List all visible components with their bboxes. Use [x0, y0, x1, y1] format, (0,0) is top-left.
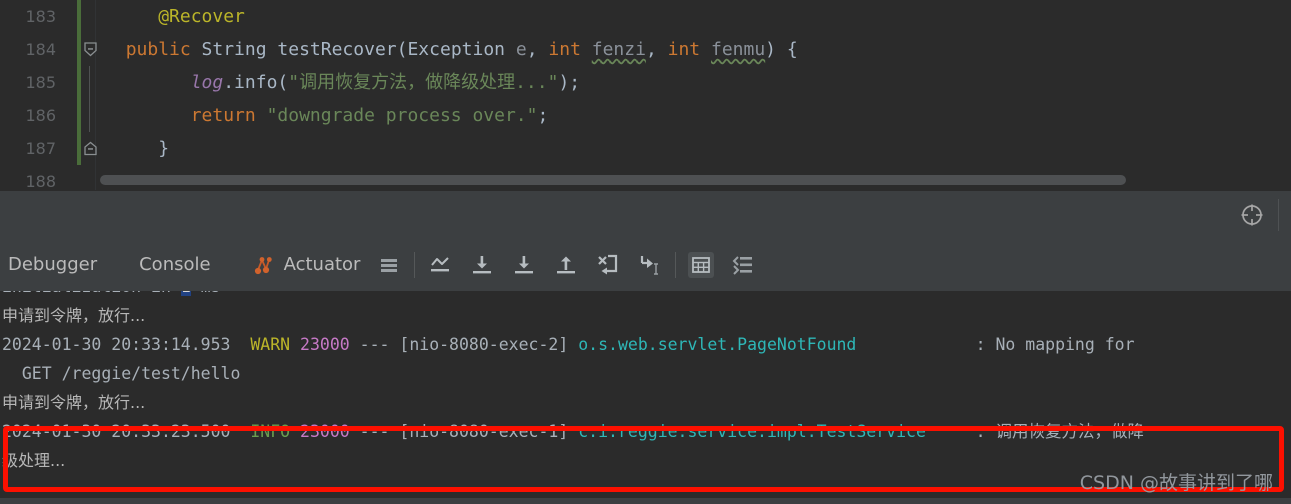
fold-region-line: [89, 99, 90, 132]
code-line[interactable]: 184 public String testRecover(Exception …: [0, 33, 1291, 66]
run-to-cursor-icon[interactable]: [637, 252, 663, 278]
vcs-change-marker[interactable]: [77, 0, 81, 33]
layout-settings-icon[interactable]: [376, 252, 402, 278]
step-over-icon[interactable]: [469, 252, 495, 278]
line-number: 183: [25, 7, 56, 26]
code-text: log.info("调用恢复方法，做降级处理...");: [190, 72, 581, 93]
status-bar-strip: [0, 498, 1291, 504]
toolbar-divider: [1278, 199, 1279, 231]
tab-console-label: Console: [139, 254, 211, 275]
code-line[interactable]: 187 }: [0, 132, 1291, 165]
actuator-graph-icon: [251, 252, 277, 278]
debug-tool-strip: [0, 190, 1291, 240]
tab-actuator-label: Actuator: [283, 254, 361, 275]
step-into-icon[interactable]: [511, 252, 537, 278]
console-line[interactable]: GET /reggie/test/hello: [0, 359, 1291, 388]
tab-debugger-label: Debugger: [8, 254, 98, 275]
fold-region-line: [89, 66, 90, 99]
line-number: 188: [25, 172, 56, 190]
settings-filter-icon[interactable]: [730, 252, 756, 278]
tab-actuator[interactable]: Actuator: [251, 252, 361, 278]
scrollbar-thumb[interactable]: [100, 175, 1126, 185]
vcs-change-marker[interactable]: [77, 33, 81, 66]
code-text: return "downgrade process over.";: [190, 105, 549, 126]
csdn-watermark: CSDN @故事讲到了哪: [1079, 472, 1273, 494]
line-number: 187: [25, 139, 56, 158]
fold-expand-icon[interactable]: [83, 141, 98, 156]
vcs-change-marker[interactable]: [77, 66, 81, 99]
toolbar-divider-1: [414, 251, 416, 278]
tab-debugger[interactable]: Debugger: [8, 254, 97, 275]
console-line[interactable]: initialization in 1 ms: [0, 291, 1291, 301]
code-lines: 183 @Recover 184 public String testRecove…: [0, 0, 1291, 190]
console-line-list: initialization in 1 ms申请到令牌，放行...2024-01…: [0, 291, 1291, 475]
step-out-icon[interactable]: [553, 252, 579, 278]
code-text: @Recover: [158, 6, 245, 27]
toolbar-divider-2: [675, 251, 677, 278]
code-line[interactable]: 183 @Recover: [0, 0, 1291, 33]
line-number: 185: [25, 73, 56, 92]
ide-window: 183 @Recover 184 public String testRecove…: [0, 0, 1291, 504]
code-line[interactable]: 186 return "downgrade process over.";: [0, 99, 1291, 132]
show-execution-point-icon[interactable]: [427, 252, 453, 278]
crosshair-target-icon[interactable]: [1240, 203, 1264, 227]
console-line[interactable]: 申请到令牌，放行...: [0, 301, 1291, 330]
code-editor[interactable]: 183 @Recover 184 public String testRecove…: [0, 0, 1291, 190]
editor-horizontal-scrollbar[interactable]: [96, 174, 1291, 186]
drop-frame-icon[interactable]: [595, 252, 621, 278]
vcs-change-marker[interactable]: [77, 132, 81, 165]
tab-console[interactable]: Console: [139, 254, 210, 275]
console-line[interactable]: 2024-01-30 20:33:14.953 WARN 23000 --- […: [0, 330, 1291, 359]
code-text: }: [158, 138, 170, 159]
debug-toolbar: Debugger Console Actuator: [0, 238, 1291, 291]
code-text: public String testRecover(Exception e, i…: [125, 39, 798, 60]
console-line[interactable]: 申请到令牌，放行...: [0, 388, 1291, 417]
evaluate-expression-icon[interactable]: [688, 251, 715, 278]
line-number: 184: [25, 40, 56, 59]
vcs-change-marker[interactable]: [77, 99, 81, 132]
console-line[interactable]: 2024-01-30 20:33:23.500 INFO 23000 --- […: [0, 417, 1291, 446]
line-number: 186: [25, 106, 56, 125]
code-line[interactable]: 185 log.info("调用恢复方法，做降级处理...");: [0, 66, 1291, 99]
fold-collapse-icon[interactable]: [83, 42, 98, 57]
